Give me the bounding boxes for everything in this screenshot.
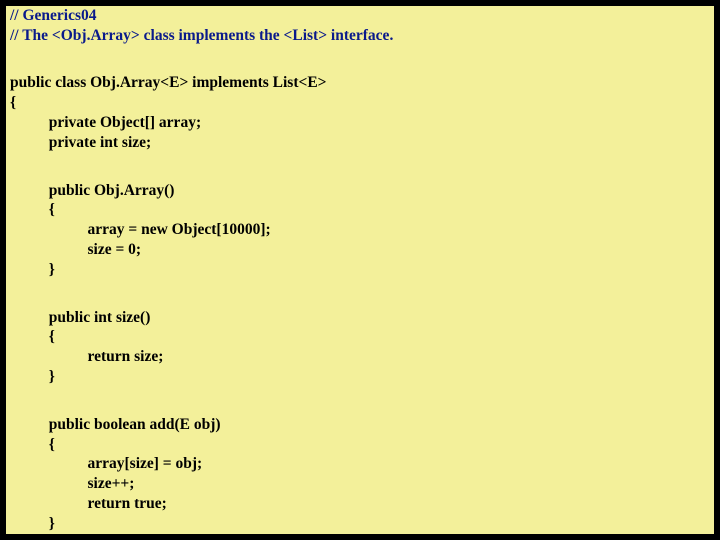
ctor-signature: public Obj.Array(): [10, 182, 174, 199]
code-slide: // Generics04 // The <Obj.Array> class i…: [6, 6, 714, 534]
open-brace: {: [10, 94, 16, 111]
code-block: // Generics04 // The <Obj.Array> class i…: [10, 6, 710, 534]
field-array: private Object[] array;: [10, 114, 201, 131]
comment-line-2: // The <Obj.Array> class implements the …: [10, 27, 393, 44]
size-open: {: [10, 328, 55, 345]
ctor-open: {: [10, 201, 55, 218]
size-close: }: [10, 368, 55, 385]
ctor-line-2: size = 0;: [10, 241, 141, 258]
add-line-3: return true;: [10, 495, 167, 512]
add-line-1: array[size] = obj;: [10, 455, 202, 472]
size-signature: public int size(): [10, 309, 150, 326]
add-signature: public boolean add(E obj): [10, 416, 221, 433]
add-close: }: [10, 515, 55, 532]
comment-line-1: // Generics04: [10, 7, 97, 24]
class-declaration: public class Obj.Array<E> implements Lis…: [10, 74, 327, 91]
field-size: private int size;: [10, 134, 151, 151]
size-line-1: return size;: [10, 348, 163, 365]
add-open: {: [10, 436, 55, 453]
add-line-2: size++;: [10, 475, 134, 492]
ctor-close: }: [10, 261, 55, 278]
ctor-line-1: array = new Object[10000];: [10, 221, 271, 238]
